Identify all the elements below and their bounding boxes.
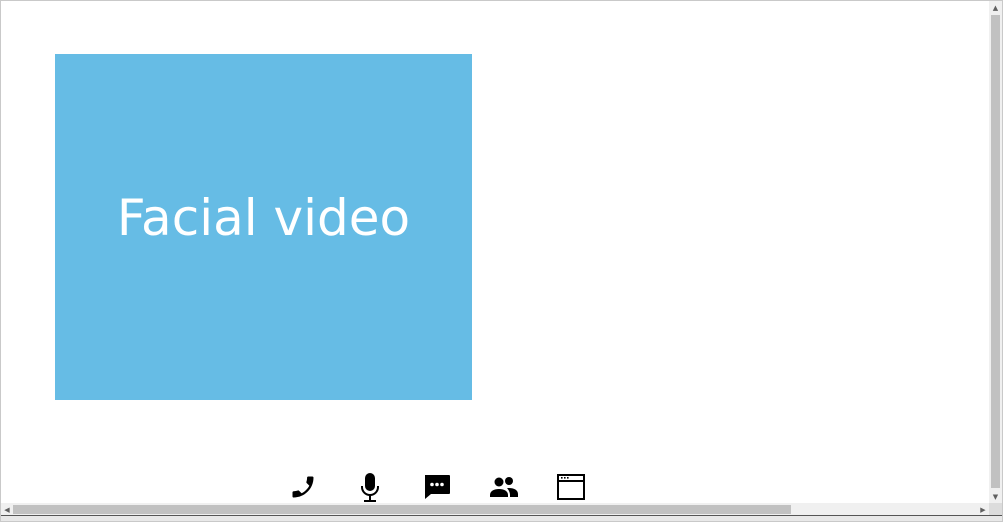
phone-icon <box>292 476 314 498</box>
people-icon <box>490 477 518 497</box>
bottom-edge <box>1 515 1002 521</box>
chat-button[interactable] <box>415 470 459 504</box>
app-window: Facial video ▲ ▼ ◀ ▶ <box>0 0 1003 522</box>
browser-window-icon <box>557 474 585 500</box>
microphone-button[interactable] <box>348 470 392 504</box>
microphone-icon <box>361 473 379 502</box>
vertical-scroll-thumb[interactable] <box>991 15 1000 488</box>
facial-video-label: Facial video <box>116 189 411 247</box>
participants-button[interactable] <box>482 470 526 504</box>
chat-bubble-icon <box>425 475 450 499</box>
facial-video-tile[interactable]: Facial video <box>55 54 472 400</box>
vertical-scrollbar[interactable]: ▲ ▼ <box>989 1 1002 504</box>
scroll-up-arrow[interactable]: ▲ <box>989 1 1002 15</box>
call-toolbar <box>281 469 616 505</box>
window-button[interactable] <box>549 470 593 504</box>
horizontal-scroll-thumb[interactable] <box>13 505 791 514</box>
call-button[interactable] <box>281 470 325 504</box>
scroll-down-arrow[interactable]: ▼ <box>989 490 1002 504</box>
